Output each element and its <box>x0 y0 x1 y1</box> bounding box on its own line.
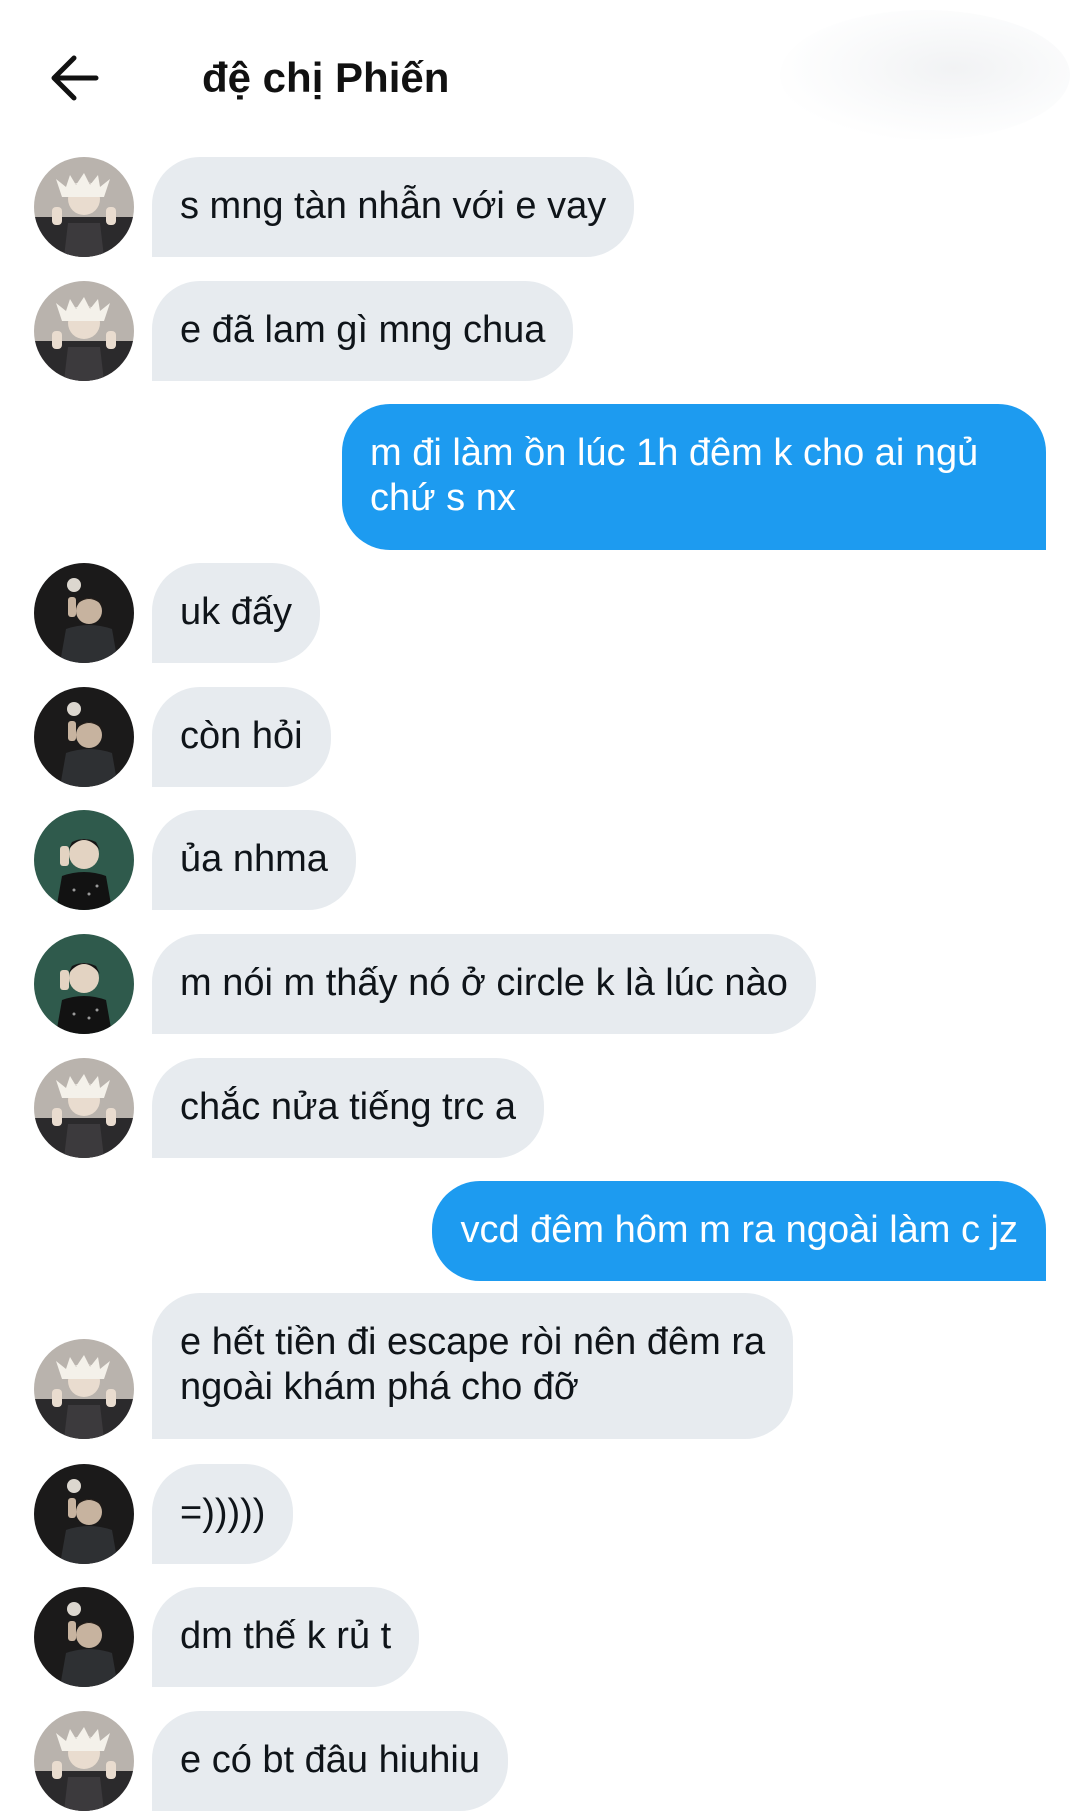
message-bubble[interactable]: uk đấy <box>152 563 320 663</box>
message-row: còn hỏi <box>0 687 1080 787</box>
message-bubble[interactable]: chắc nửa tiếng trc a <box>152 1058 544 1158</box>
avatar-photo <box>34 687 134 787</box>
message-bubble[interactable]: dm thế k rủ t <box>152 1587 420 1687</box>
avatar-photo <box>34 563 134 663</box>
message-row: ủa nhma <box>0 810 1080 910</box>
avatar[interactable] <box>34 1058 134 1158</box>
avatar[interactable] <box>34 1587 134 1687</box>
conversation-title: đệ chị Phiến <box>202 54 450 101</box>
avatar-photo <box>34 1587 134 1687</box>
message-row: =))))) <box>0 1464 1080 1564</box>
message-bubble[interactable]: ủa nhma <box>152 810 356 910</box>
message-bubble[interactable]: vcd đêm hôm m ra ngoài làm c jz <box>432 1181 1046 1281</box>
avatar[interactable] <box>34 563 134 663</box>
chat-header: đệ chị Phiến <box>0 0 1080 160</box>
avatar[interactable] <box>34 1464 134 1564</box>
message-row: s mng tàn nhẫn với e vay <box>0 157 1080 257</box>
message-bubble[interactable]: còn hỏi <box>152 687 331 787</box>
message-row: chắc nửa tiếng trc a <box>0 1058 1080 1158</box>
message-row: vcd đêm hôm m ra ngoài làm c jz <box>0 1181 1080 1281</box>
avatar-photo <box>34 281 134 381</box>
message-bubble[interactable]: e đã lam gì mng chua <box>152 281 574 381</box>
avatar-photo <box>34 1711 134 1811</box>
avatar-photo <box>34 810 134 910</box>
avatar[interactable] <box>34 934 134 1034</box>
avatar-photo <box>34 1058 134 1158</box>
message-row: uk đấy <box>0 563 1080 663</box>
message-row: m đi làm ồn lúc 1h đêm k cho ai ngủ chứ … <box>0 404 1080 550</box>
message-bubble[interactable]: e có bt đâu hiuhiu <box>152 1711 509 1811</box>
avatar-photo <box>34 1339 134 1439</box>
message-row: e đã lam gì mng chua <box>0 281 1080 381</box>
avatar-photo <box>34 157 134 257</box>
avatar[interactable] <box>34 281 134 381</box>
avatar-photo <box>34 1464 134 1564</box>
message-bubble[interactable]: s mng tàn nhẫn với e vay <box>152 157 635 257</box>
avatar-photo <box>34 934 134 1034</box>
background-smudge <box>780 10 1070 140</box>
message-bubble[interactable]: =))))) <box>152 1464 294 1564</box>
message-bubble[interactable]: e hết tiền đi escape ròi nên đêm ra ngoà… <box>152 1293 794 1439</box>
message-row: e hết tiền đi escape ròi nên đêm ra ngoà… <box>0 1293 1080 1439</box>
message-row: e có bt đâu hiuhiu <box>0 1711 1080 1811</box>
avatar[interactable] <box>34 1711 134 1811</box>
message-bubble[interactable]: m đi làm ồn lúc 1h đêm k cho ai ngủ chứ … <box>342 404 1046 550</box>
arrow-left-icon <box>51 55 99 101</box>
avatar[interactable] <box>34 157 134 257</box>
avatar[interactable] <box>34 687 134 787</box>
avatar[interactable] <box>34 810 134 910</box>
back-button[interactable] <box>46 50 108 106</box>
message-row: dm thế k rủ t <box>0 1587 1080 1687</box>
message-bubble[interactable]: m nói m thấy nó ở circle k là lúc nào <box>152 934 816 1034</box>
avatar[interactable] <box>34 1339 134 1439</box>
message-row: m nói m thấy nó ở circle k là lúc nào <box>0 934 1080 1034</box>
